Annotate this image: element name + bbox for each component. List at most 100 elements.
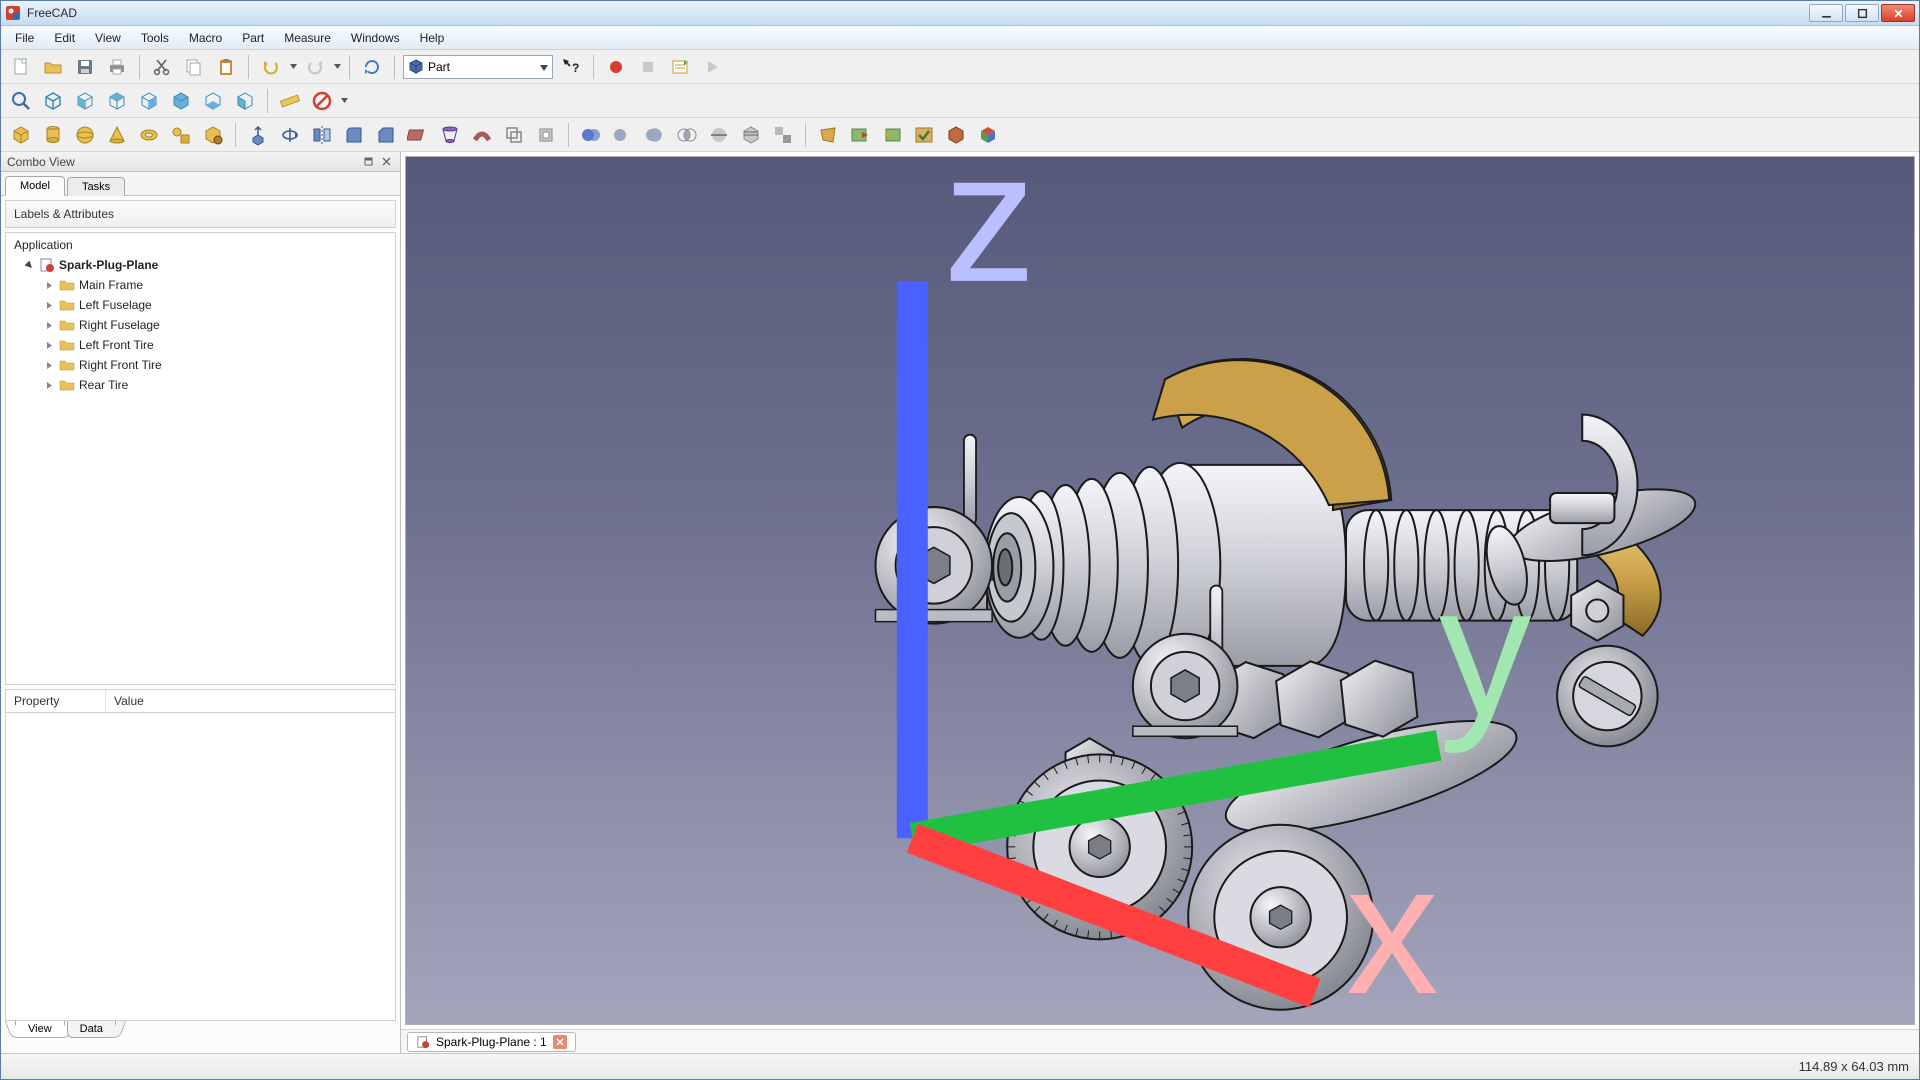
expand-icon[interactable] (44, 300, 55, 311)
menu-part[interactable]: Part (232, 26, 274, 49)
section-button[interactable] (705, 121, 733, 149)
whats-this-button[interactable]: ? (557, 53, 585, 81)
macro-stop-button[interactable] (634, 53, 662, 81)
compound-button[interactable] (769, 121, 797, 149)
menu-measure[interactable]: Measure (274, 26, 341, 49)
menu-tools[interactable]: Tools (131, 26, 179, 49)
undo-button[interactable] (257, 53, 285, 81)
front-view-button[interactable] (71, 87, 99, 115)
tree-item[interactable]: Right Fuselage (10, 315, 391, 335)
measure-clear-button[interactable] (308, 87, 336, 115)
loft-button[interactable] (436, 121, 464, 149)
menu-edit[interactable]: Edit (44, 26, 85, 49)
minimize-button[interactable] (1809, 4, 1843, 22)
thickness-button[interactable] (532, 121, 560, 149)
tree-item[interactable]: Left Front Tire (10, 335, 391, 355)
save-button[interactable] (71, 53, 99, 81)
expand-icon[interactable] (44, 380, 55, 391)
boolean-button[interactable] (577, 121, 605, 149)
toolbar-file: Part ? (1, 50, 1919, 84)
3d-viewport[interactable]: z y x (405, 156, 1915, 1025)
box-primitive-button[interactable] (7, 121, 35, 149)
cylinder-primitive-button[interactable] (39, 121, 67, 149)
redo-dropdown[interactable] (333, 53, 341, 81)
revolve-button[interactable] (276, 121, 304, 149)
property-grid[interactable]: Property Value (5, 689, 396, 1021)
expand-icon[interactable] (44, 320, 55, 331)
sweep-button[interactable] (468, 121, 496, 149)
print-button[interactable] (103, 53, 131, 81)
fillet-button[interactable] (340, 121, 368, 149)
undo-dropdown[interactable] (289, 53, 297, 81)
measure-dropdown[interactable] (340, 87, 348, 115)
right-view-button[interactable] (135, 87, 163, 115)
fit-all-button[interactable] (7, 87, 35, 115)
tab-data[interactable]: Data (67, 1021, 116, 1038)
import-button[interactable] (846, 121, 874, 149)
tree-item[interactable]: Right Front Tire (10, 355, 391, 375)
cut-bool-button[interactable] (609, 121, 637, 149)
open-doc-button[interactable] (39, 53, 67, 81)
tab-tasks[interactable]: Tasks (67, 177, 125, 196)
cut-button[interactable] (148, 53, 176, 81)
shapebuilder-button[interactable] (199, 121, 227, 149)
macro-run-button[interactable] (698, 53, 726, 81)
check-geometry-button[interactable] (910, 121, 938, 149)
rear-view-button[interactable] (167, 87, 195, 115)
menu-help[interactable]: Help (410, 26, 455, 49)
chamfer-button[interactable] (372, 121, 400, 149)
primitives-button[interactable] (167, 121, 195, 149)
offset-button[interactable] (500, 121, 528, 149)
tree-item[interactable]: Rear Tire (10, 375, 391, 395)
expand-icon[interactable] (44, 340, 55, 351)
export-button[interactable] (878, 121, 906, 149)
axo-view-button[interactable] (39, 87, 67, 115)
measure-linear-button[interactable] (276, 87, 304, 115)
close-tab-icon[interactable] (553, 1035, 567, 1049)
model-tree[interactable]: Application Spark-Plug-Plane Main FrameL… (5, 232, 396, 685)
color-per-face-button[interactable] (974, 121, 1002, 149)
combo-view-titlebar[interactable]: Combo View (1, 152, 400, 172)
common-bool-button[interactable] (673, 121, 701, 149)
ruled-surface-button[interactable] (404, 121, 432, 149)
menu-macro[interactable]: Macro (179, 26, 232, 49)
tab-model[interactable]: Model (5, 176, 65, 196)
maximize-button[interactable] (1845, 4, 1879, 22)
expand-icon[interactable] (44, 280, 55, 291)
macro-record-button[interactable] (602, 53, 630, 81)
menu-windows[interactable]: Windows (341, 26, 410, 49)
close-panel-icon[interactable] (378, 155, 394, 169)
copy-button[interactable] (180, 53, 208, 81)
torus-primitive-button[interactable] (135, 121, 163, 149)
bottom-view-button[interactable] (199, 87, 227, 115)
refresh-button[interactable] (358, 53, 386, 81)
collapse-icon[interactable] (24, 260, 35, 271)
property-tabs: View Data (9, 1021, 392, 1043)
new-doc-button[interactable] (7, 53, 35, 81)
top-view-button[interactable] (103, 87, 131, 115)
axis-triad: z y x (406, 157, 1914, 1024)
tree-item[interactable]: Left Fuselage (10, 295, 391, 315)
macro-list-button[interactable] (666, 53, 694, 81)
mirror-button[interactable] (308, 121, 336, 149)
menu-view[interactable]: View (85, 26, 131, 49)
cross-sections-button[interactable] (737, 121, 765, 149)
left-view-button[interactable] (231, 87, 259, 115)
refine-button[interactable] (942, 121, 970, 149)
document-tab[interactable]: Spark-Plug-Plane : 1 (407, 1032, 576, 1052)
fuse-bool-button[interactable] (641, 121, 669, 149)
menu-file[interactable]: File (5, 26, 44, 49)
workbench-selector[interactable]: Part (403, 55, 553, 79)
sphere-primitive-button[interactable] (71, 121, 99, 149)
tree-document-node[interactable]: Spark-Plug-Plane (10, 255, 391, 275)
make-face-button[interactable] (814, 121, 842, 149)
tab-view[interactable]: View (15, 1021, 65, 1038)
extrude-button[interactable] (244, 121, 272, 149)
tree-item[interactable]: Main Frame (10, 275, 391, 295)
dock-icon[interactable] (360, 155, 376, 169)
redo-button[interactable] (301, 53, 329, 81)
expand-icon[interactable] (44, 360, 55, 371)
close-button[interactable] (1881, 4, 1915, 22)
cone-primitive-button[interactable] (103, 121, 131, 149)
paste-button[interactable] (212, 53, 240, 81)
